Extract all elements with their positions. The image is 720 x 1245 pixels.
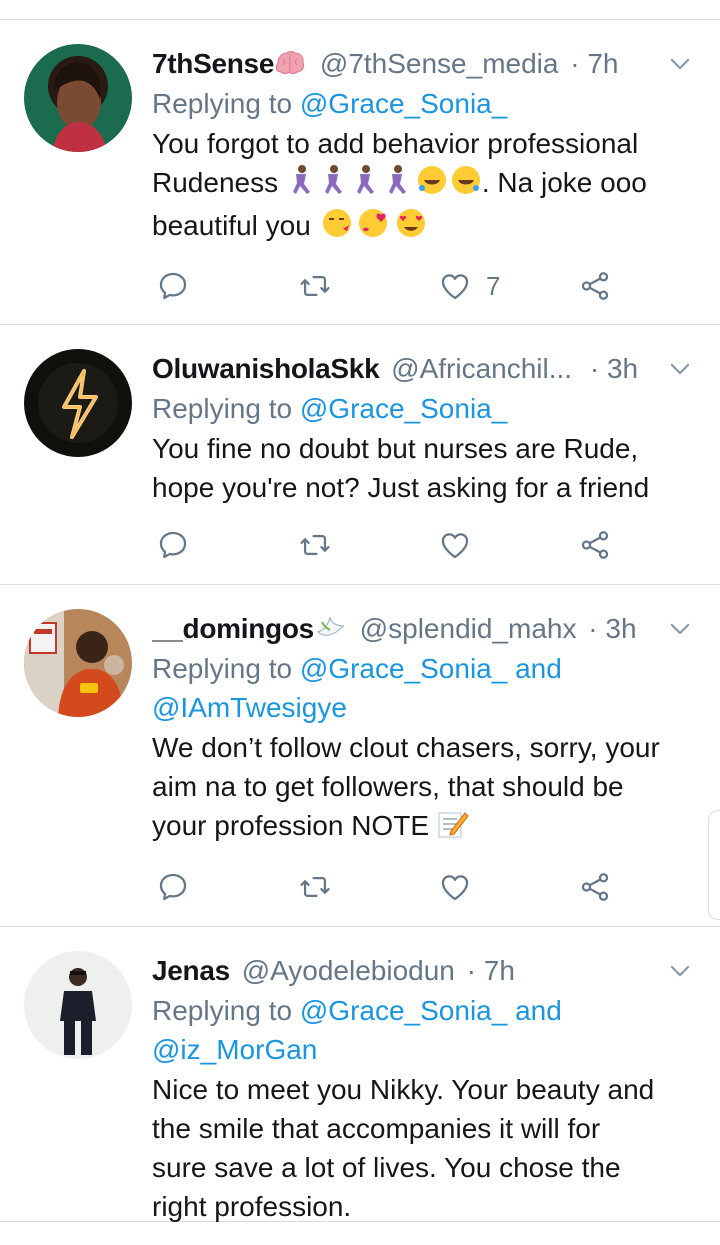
mention-link[interactable]: @Grace_Sonia_ [300, 88, 507, 119]
replying-to: Replying to @Grace_Sonia_ [152, 393, 508, 424]
tweet-text: You forgot to add behavior professional … [152, 124, 690, 249]
like-icon [438, 269, 472, 303]
rofl-emoji [416, 164, 482, 206]
running-woman-emoji [286, 164, 416, 206]
mention-link[interactable]: @iz_MorGan [152, 1034, 317, 1065]
handle[interactable]: @7thSense_media [320, 48, 559, 79]
tweet[interactable]: __domingos @splendid_mahx · 3h Replying … [0, 585, 720, 927]
reply-button[interactable] [156, 525, 190, 565]
like-icon [438, 528, 472, 562]
tweet-header: Jenas @Ayodelebiodun · 7h [152, 951, 690, 991]
top-divider [0, 0, 720, 20]
display-name[interactable]: __domingos [152, 613, 314, 644]
display-name[interactable]: 7thSense [152, 48, 274, 79]
retweet-button[interactable] [298, 525, 332, 565]
tweet-header: 7thSense @7thSense_media · 7h [152, 44, 690, 84]
avatar[interactable] [24, 349, 132, 457]
share-button[interactable] [578, 266, 612, 306]
reply-icon [156, 528, 190, 562]
retweet-button[interactable] [298, 867, 332, 907]
timestamp: · 3h [589, 353, 639, 384]
like-button[interactable]: 7 [438, 266, 500, 306]
reply-icon [156, 870, 190, 904]
avatar[interactable] [24, 609, 132, 717]
mention-link[interactable]: @Grace_Sonia_ [300, 393, 507, 424]
chevron-down-icon[interactable] [666, 957, 694, 985]
tweet-text: We don’t follow clout chasers, sorry, yo… [152, 728, 690, 849]
timestamp: · 7h [570, 48, 619, 79]
replying-to: Replying to @Grace_Sonia_ [152, 88, 508, 119]
chevron-down-icon[interactable] [666, 615, 694, 643]
avatar[interactable] [24, 44, 132, 152]
like-button[interactable] [438, 867, 472, 907]
tweet-actions [152, 867, 622, 907]
retweet-button[interactable] [298, 266, 332, 306]
tweet[interactable]: Jenas @Ayodelebiodun · 7h Replying to @G… [0, 927, 720, 1222]
tweet-header: OluwanisholaSkk @Africanchil... · 3h [152, 349, 690, 389]
brain-emoji [274, 48, 306, 84]
handle[interactable]: @Africanchil... [391, 353, 572, 384]
tweet-header: __domingos @splendid_mahx · 3h [152, 609, 690, 649]
reply-button[interactable] [156, 266, 190, 306]
tweet-text: You fine no doubt but nurses are Rude, h… [152, 433, 650, 503]
replying-to: Replying to @Grace_Sonia_ and @iz_MorGan [152, 995, 562, 1065]
like-count: 7 [486, 270, 501, 301]
memo-emoji [437, 809, 469, 849]
reply-button[interactable] [156, 867, 190, 907]
chevron-down-icon[interactable] [666, 355, 694, 383]
mention-link[interactable]: @IAmTwesigye [152, 692, 347, 723]
mention-link[interactable]: @Grace_Sonia_ [300, 653, 507, 684]
share-icon [578, 528, 612, 562]
timestamp: · 3h [588, 613, 637, 644]
tweet[interactable]: OluwanisholaSkk @Africanchil... · 3h Rep… [0, 325, 720, 585]
tweet-actions [152, 525, 622, 565]
tweet-actions: 7 [152, 266, 622, 306]
like-icon [438, 870, 472, 904]
display-name[interactable]: OluwanisholaSkk [152, 353, 380, 384]
share-icon [578, 870, 612, 904]
avatar[interactable] [24, 951, 132, 1059]
reply-icon [156, 269, 190, 303]
retweet-icon [298, 870, 332, 904]
share-icon [578, 269, 612, 303]
like-button[interactable] [438, 525, 472, 565]
tweet[interactable]: 7thSense @7thSense_media · 7h Replying t… [0, 20, 720, 325]
timestamp: · 7h [466, 955, 515, 986]
replying-to: Replying to @Grace_Sonia_ and @IAmTwesigy… [152, 653, 562, 723]
share-button[interactable] [578, 525, 612, 565]
mention-link[interactable]: @Grace_Sonia_ [300, 995, 507, 1026]
heart-face-emojis [319, 207, 431, 249]
handle[interactable]: @splendid_mahx [360, 613, 577, 644]
share-button[interactable] [578, 867, 612, 907]
scroll-handle[interactable] [708, 810, 720, 920]
dove-emoji [314, 613, 348, 649]
display-name[interactable]: Jenas [152, 955, 230, 986]
handle[interactable]: @Ayodelebiodun [242, 955, 455, 986]
tweet-text: Nice to meet you Nikky. Your beauty and … [152, 1074, 655, 1222]
retweet-icon [298, 269, 332, 303]
retweet-icon [298, 528, 332, 562]
chevron-down-icon[interactable] [666, 50, 694, 78]
